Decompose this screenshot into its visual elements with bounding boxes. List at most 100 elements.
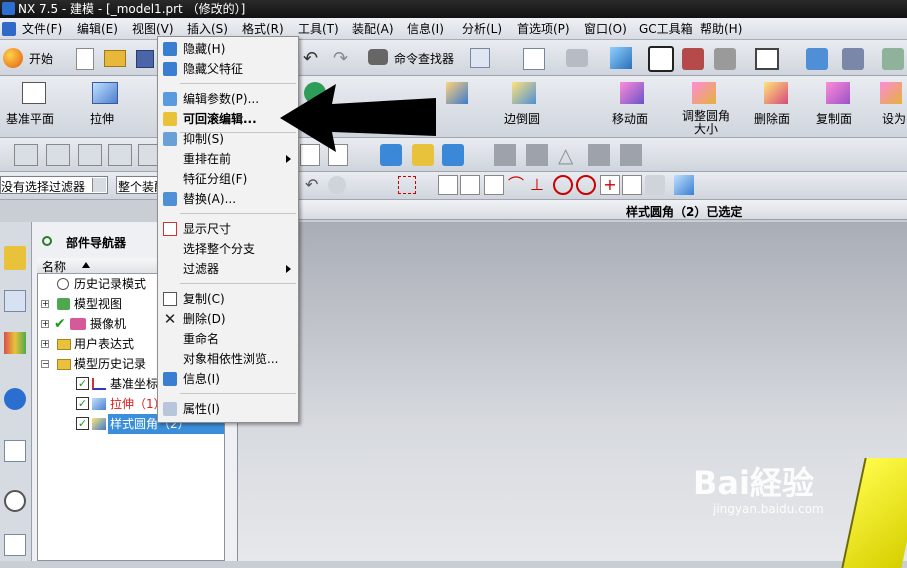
- collapse-icon[interactable]: −: [41, 360, 49, 368]
- history-icon[interactable]: [4, 490, 26, 512]
- menu-view[interactable]: 视图(V): [132, 21, 174, 37]
- start-button[interactable]: 开始: [3, 46, 67, 70]
- type-filter-dropdown[interactable]: 没有选择过滤器: [0, 176, 108, 194]
- menu-insert[interactable]: 插入(S): [187, 21, 228, 37]
- menu-item-rollback-edit[interactable]: 可回滚编辑...: [159, 109, 297, 129]
- menu-item-suppress[interactable]: 抑制(S): [159, 129, 297, 149]
- menu-info[interactable]: 信息(I): [407, 21, 444, 37]
- surface-2-icon[interactable]: [46, 144, 70, 166]
- checkbox-checked-icon[interactable]: ✓: [76, 397, 89, 410]
- fit-view-icon[interactable]: [523, 48, 545, 70]
- snap-point-icon[interactable]: [438, 175, 458, 195]
- menu-item-delete[interactable]: ✕ 删除(D): [159, 309, 297, 329]
- snap-midpoint-icon[interactable]: [484, 175, 504, 195]
- menu-item-filter[interactable]: 过滤器: [159, 259, 297, 279]
- section-view-icon[interactable]: [682, 48, 704, 70]
- menu-item-show-dimensions[interactable]: 显示尺寸: [159, 219, 297, 239]
- move-face-button[interactable]: 移动面: [606, 80, 658, 134]
- part-navigator-icon[interactable]: [4, 332, 26, 354]
- pin-icon[interactable]: [42, 236, 52, 246]
- constraint-navigator-icon[interactable]: [4, 290, 26, 312]
- checkbox-checked-icon[interactable]: ✓: [76, 377, 89, 390]
- snap-endpoint-icon[interactable]: [460, 175, 480, 195]
- extrude-button[interactable]: 拉伸: [86, 80, 132, 134]
- menu-item-reorder-before[interactable]: 重排在前: [159, 149, 297, 169]
- checkbox-checked-icon[interactable]: ✓: [76, 417, 89, 430]
- resize-blend-button[interactable]: 调整圆角大小: [676, 80, 734, 136]
- menu-item-properties[interactable]: 属性(I): [159, 399, 297, 419]
- menu-item-replace[interactable]: 替换(A)...: [159, 189, 297, 209]
- snap-quadrant-icon[interactable]: [576, 175, 596, 195]
- grey-tool-4-icon[interactable]: [620, 144, 642, 166]
- menu-item-hide-parents[interactable]: 隐藏父特征: [159, 59, 297, 79]
- menu-format[interactable]: 格式(R): [242, 21, 284, 37]
- graphics-window[interactable]: Bai経验 jingyan.baidu.com: [238, 222, 907, 568]
- boolean-icon[interactable]: [446, 82, 468, 104]
- expand-icon[interactable]: +: [41, 320, 49, 328]
- menu-tools[interactable]: 工具(T): [298, 21, 339, 37]
- surface-3-icon[interactable]: [78, 144, 102, 166]
- menu-item-copy[interactable]: 复制(C): [159, 289, 297, 309]
- menu-analysis[interactable]: 分析(L): [462, 21, 502, 37]
- orient-view-icon[interactable]: [566, 49, 588, 67]
- edge-blend-button[interactable]: 边倒圆: [500, 80, 552, 134]
- rectangle-select-icon[interactable]: [398, 176, 416, 194]
- menu-item-select-branch[interactable]: 选择整个分支: [159, 239, 297, 259]
- copy-face-button[interactable]: 复制面: [812, 80, 864, 134]
- menu-preferences[interactable]: 首选项(P): [517, 21, 570, 37]
- snap-existing-icon[interactable]: +: [600, 175, 620, 195]
- grey-tool-1-icon[interactable]: [494, 144, 516, 166]
- grey-tool-2-icon[interactable]: [526, 144, 548, 166]
- new-file-icon[interactable]: [76, 48, 94, 70]
- extra-tool-icon[interactable]: [882, 48, 904, 70]
- menu-item-edit-parameters[interactable]: 编辑参数(P)...: [159, 89, 297, 109]
- assembly-icon[interactable]: [842, 48, 864, 70]
- surface-4-icon[interactable]: [108, 144, 132, 166]
- menu-assembly[interactable]: 装配(A): [352, 21, 394, 37]
- system-materials-icon[interactable]: [4, 534, 26, 556]
- menu-item-hide[interactable]: 隐藏(H): [159, 39, 297, 59]
- expand-icon[interactable]: +: [41, 300, 49, 308]
- play-feature-icon[interactable]: [442, 144, 464, 166]
- reuse-library-icon[interactable]: [4, 388, 26, 410]
- redo-icon[interactable]: ↷: [333, 50, 351, 68]
- menu-item-feature-group[interactable]: 特征分组(F): [159, 169, 297, 189]
- move-object-icon[interactable]: [806, 48, 828, 70]
- datum-plane-button[interactable]: 基准平面: [4, 80, 68, 134]
- open-folder-icon[interactable]: [104, 50, 126, 67]
- surface-1-icon[interactable]: [14, 144, 38, 166]
- grey-tool-3-icon[interactable]: [588, 144, 610, 166]
- menu-app-icon[interactable]: [2, 22, 16, 36]
- delete-face-button[interactable]: 删除面: [750, 80, 802, 134]
- snap-intersection-icon[interactable]: ⊥: [530, 175, 550, 195]
- set-as-button[interactable]: 设为: [874, 80, 907, 134]
- triangle-icon[interactable]: △: [558, 144, 580, 166]
- assembly-navigator-icon[interactable]: [4, 246, 26, 270]
- expand-icon[interactable]: +: [41, 340, 49, 348]
- menu-file[interactable]: 文件(F): [22, 21, 62, 37]
- scope-dropdown[interactable]: 整个装配: [116, 176, 160, 194]
- select-arrow-icon[interactable]: ↶: [305, 176, 323, 194]
- snap-tool-icon[interactable]: [328, 176, 346, 194]
- command-finder-button[interactable]: 命令查找器: [368, 47, 458, 69]
- menu-item-information[interactable]: 信息(I): [159, 369, 297, 389]
- undo-icon[interactable]: ↶: [303, 50, 321, 68]
- menu-item-rename[interactable]: 重命名: [159, 329, 297, 349]
- shaded-view-icon[interactable]: [610, 47, 632, 69]
- background-icon[interactable]: [755, 48, 779, 70]
- view-cube-icon[interactable]: [674, 175, 694, 195]
- web-browser-icon[interactable]: [4, 440, 26, 462]
- snap-curve-icon[interactable]: ⌒: [508, 175, 528, 195]
- menu-edit[interactable]: 编辑(E): [77, 21, 118, 37]
- snap-face-icon[interactable]: [645, 175, 665, 195]
- menu-help[interactable]: 帮助(H): [700, 21, 742, 37]
- info-toolbar-icon[interactable]: [470, 48, 490, 68]
- menu-gc-toolbox[interactable]: GC工具箱: [639, 21, 693, 37]
- layer-icon[interactable]: [714, 48, 736, 70]
- render-style-icon[interactable]: [648, 46, 674, 72]
- menu-window[interactable]: 窗口(O): [584, 21, 627, 37]
- menu-item-dependency-browser[interactable]: 对象相依性浏览...: [159, 349, 297, 369]
- snap-line-icon[interactable]: [622, 175, 642, 195]
- snap-center-icon[interactable]: [553, 175, 573, 195]
- save-icon[interactable]: [136, 50, 154, 68]
